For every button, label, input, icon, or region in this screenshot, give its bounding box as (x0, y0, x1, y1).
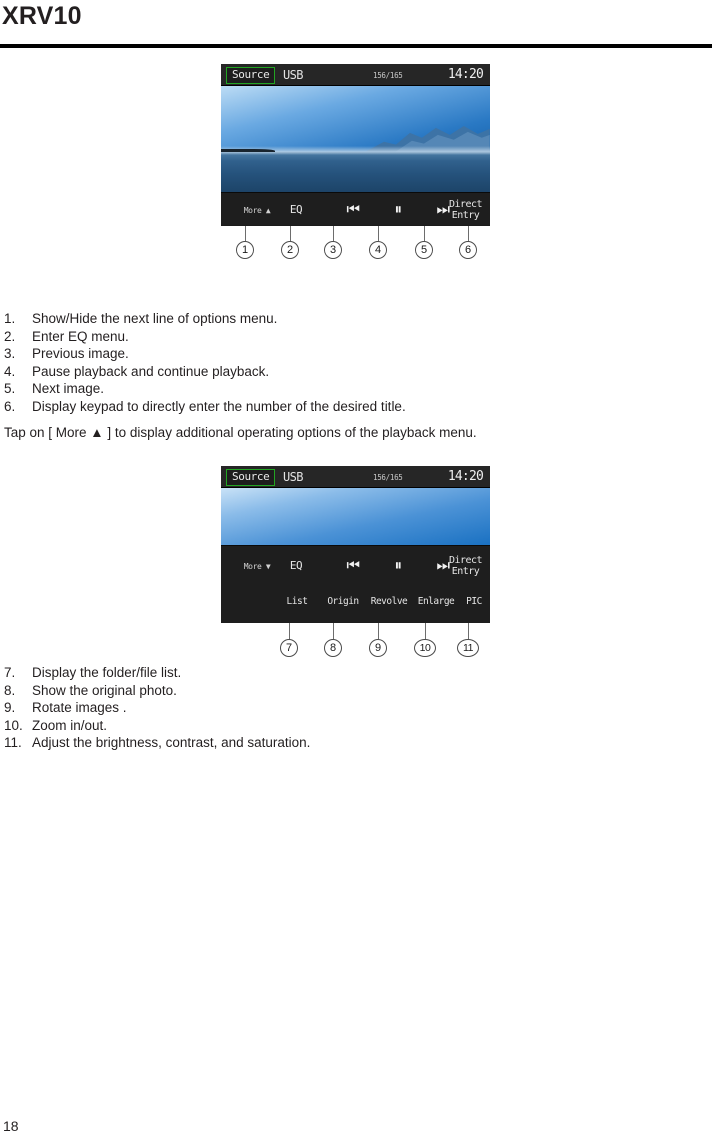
callout-leader (245, 226, 247, 241)
list-item: 8. Show the original photo. (4, 682, 310, 700)
list-item: 5. Next image. (4, 380, 406, 398)
list-item-text: Pause playback and continue playback. (32, 363, 270, 379)
callout-4: 4 (369, 241, 387, 259)
list-item-text: Display the folder/file list. (32, 665, 182, 680)
page-number: 18 (3, 1118, 19, 1134)
callout-9: 9 (369, 639, 387, 657)
callout-leader (333, 226, 335, 241)
callout-2: 2 (281, 241, 299, 259)
list-item-text: Zoom in/out. (32, 717, 108, 733)
callout-leader (425, 623, 427, 639)
instruction-list-2: 7. Display the folder/file list. 8. Show t… (4, 664, 310, 752)
list-item-text: Display keypad to directly enter the num… (32, 398, 406, 414)
page-title: XRV10 (2, 2, 82, 30)
clock: 14:20 (447, 67, 484, 82)
callout-3: 3 (324, 241, 342, 259)
callout-11: 11 (457, 639, 479, 657)
button-revolve[interactable]: Revolve (364, 596, 414, 607)
list-item: 9. Rotate images . (4, 699, 310, 717)
device-screenshot-playback: Source USB 156/165 14:20 More ▲ EQ ⏮ ⏸ ⏭… (221, 64, 490, 226)
callout-leader (290, 226, 292, 241)
button-pause[interactable]: ⏸ (374, 558, 422, 573)
list-item-number: 1. (4, 311, 16, 326)
list-item-number: 4. (4, 363, 16, 379)
list-item: 3. Previous image. (4, 345, 406, 363)
clock: 14:20 (447, 469, 484, 484)
button-previous[interactable]: ⏮ (329, 202, 377, 217)
instruction-list-1: 1. Show/Hide the next line of options men… (4, 310, 406, 416)
callout-7: 7 (280, 639, 298, 657)
callout-10: 10 (414, 639, 436, 657)
list-item-text: Show/Hide the next line of options menu. (32, 311, 278, 326)
status-bar: Source USB 156/165 14:20 (221, 64, 490, 86)
extended-control-bar: More ▼ EQ ⏮ ⏸ ⏭ Direct Entry List Origin… (221, 545, 490, 623)
list-item-text: Show the original photo. (32, 682, 177, 698)
photo-viewport (221, 86, 490, 192)
callout-leader (424, 226, 426, 241)
source-label: USB (283, 470, 303, 484)
button-direct-entry[interactable]: Direct Entry (443, 199, 488, 221)
list-item-number: 3. (4, 346, 16, 362)
list-item-text: Enter EQ menu. (32, 328, 129, 344)
list-item: 1. Show/Hide the next line of options men… (4, 310, 406, 328)
button-enlarge[interactable]: Enlarge (411, 596, 461, 607)
list-item: 4. Pause playback and continue playback. (4, 363, 406, 381)
callout-leader (289, 623, 291, 639)
list-item-number: 5. (4, 381, 16, 397)
button-eq[interactable]: EQ (273, 204, 319, 215)
track-count: 156/165 (373, 473, 403, 482)
list-item-text: Adjust the brightness, contrast, and sat… (32, 735, 311, 751)
list-item-text: Previous image. (32, 346, 129, 362)
callout-leader (378, 226, 380, 241)
source-button[interactable]: Source (226, 67, 276, 84)
callout-leader (468, 226, 470, 241)
list-item-number: 10. (4, 717, 23, 733)
button-previous[interactable]: ⏮ (329, 558, 377, 573)
callout-leader (468, 623, 470, 639)
photo-viewport (221, 488, 490, 545)
callout-1: 1 (236, 241, 254, 259)
list-item-number: 9. (4, 700, 16, 716)
button-direct-entry[interactable]: Direct Entry (443, 555, 488, 577)
list-item-text: Rotate images . (32, 700, 127, 716)
list-item: 2. Enter EQ menu. (4, 328, 406, 346)
list-item: 7. Display the folder/file list. (4, 664, 310, 682)
status-bar: Source USB 156/165 14:20 (221, 466, 490, 488)
button-pic[interactable]: PIC (459, 596, 489, 607)
button-list[interactable]: List (274, 596, 320, 607)
callout-8: 8 (324, 639, 342, 657)
callout-5: 5 (415, 241, 433, 259)
list-item: 11. Adjust the brightness, contrast, and … (4, 734, 310, 752)
button-pause[interactable]: ⏸ (374, 202, 422, 217)
list-item-number: 2. (4, 328, 16, 344)
tap-more-paragraph: Tap on [ More ▲ ] to display additional … (4, 425, 477, 440)
source-label: USB (283, 68, 303, 82)
source-button[interactable]: Source (226, 469, 276, 486)
track-count: 156/165 (373, 71, 403, 80)
list-item-number: 6. (4, 398, 16, 414)
list-item-number: 11. (4, 735, 22, 751)
device-screenshot-extended-menu: Source USB 156/165 14:20 More ▼ EQ ⏮ ⏸ ⏭… (221, 466, 490, 623)
button-eq[interactable]: EQ (273, 560, 319, 571)
list-item-text: Next image. (32, 381, 105, 397)
callout-leader (378, 623, 380, 639)
callout-6: 6 (459, 241, 477, 259)
list-item-number: 7. (4, 665, 16, 680)
header-divider (0, 44, 712, 48)
list-item: 6. Display keypad to directly enter the n… (4, 398, 406, 416)
playback-control-bar: More ▲ EQ ⏮ ⏸ ⏭ Direct Entry (221, 192, 490, 225)
button-origin[interactable]: Origin (319, 596, 367, 607)
list-item: 10. Zoom in/out. (4, 717, 310, 735)
photo-water (221, 151, 490, 192)
callout-leader (333, 623, 335, 639)
list-item-number: 8. (4, 682, 16, 698)
